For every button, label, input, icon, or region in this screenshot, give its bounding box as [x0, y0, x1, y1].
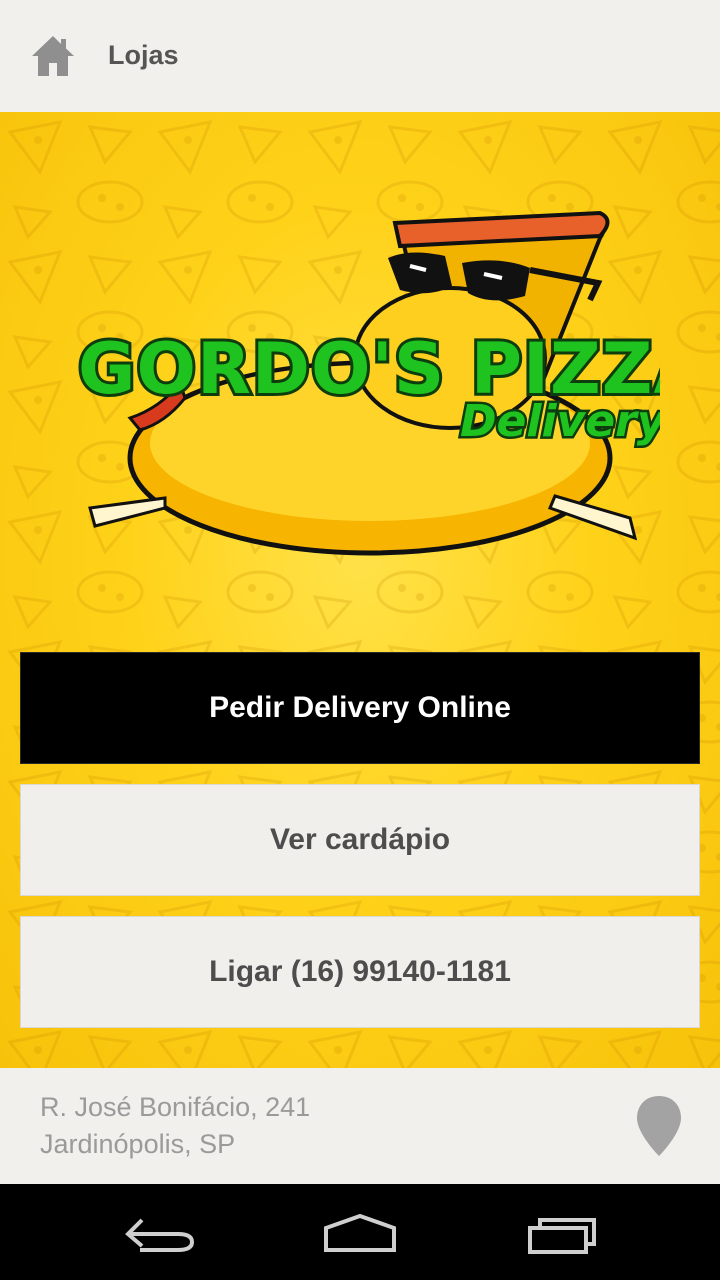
gordos-pizzas-logo: GORDO'S PIZZAS Delivery — [75, 210, 660, 556]
view-menu-button[interactable]: Ver cardápio — [20, 784, 700, 896]
system-nav-bar — [0, 1184, 720, 1280]
recents-icon[interactable] — [522, 1208, 602, 1256]
store-hero: GORDO'S PIZZAS Delivery Pedir Delivery O… — [0, 112, 720, 1068]
call-button[interactable]: Ligar (16) 99140-1181 — [20, 916, 700, 1028]
address-street: R. José Bonifácio, 241 — [40, 1092, 311, 1122]
page-title: Lojas — [108, 40, 179, 70]
app-bar: Lojas — [0, 0, 720, 112]
home-nav-icon[interactable] — [320, 1208, 400, 1256]
address-footer: R. José Bonifácio, 241 Jardinópolis, SP — [0, 1068, 720, 1184]
address-city: Jardinópolis, SP — [40, 1129, 236, 1159]
map-pin-icon[interactable] — [634, 1094, 684, 1158]
home-icon[interactable] — [30, 34, 76, 78]
logo-subtitle-text: Delivery — [460, 396, 660, 447]
back-icon[interactable] — [120, 1208, 200, 1256]
order-online-button[interactable]: Pedir Delivery Online — [20, 652, 700, 764]
